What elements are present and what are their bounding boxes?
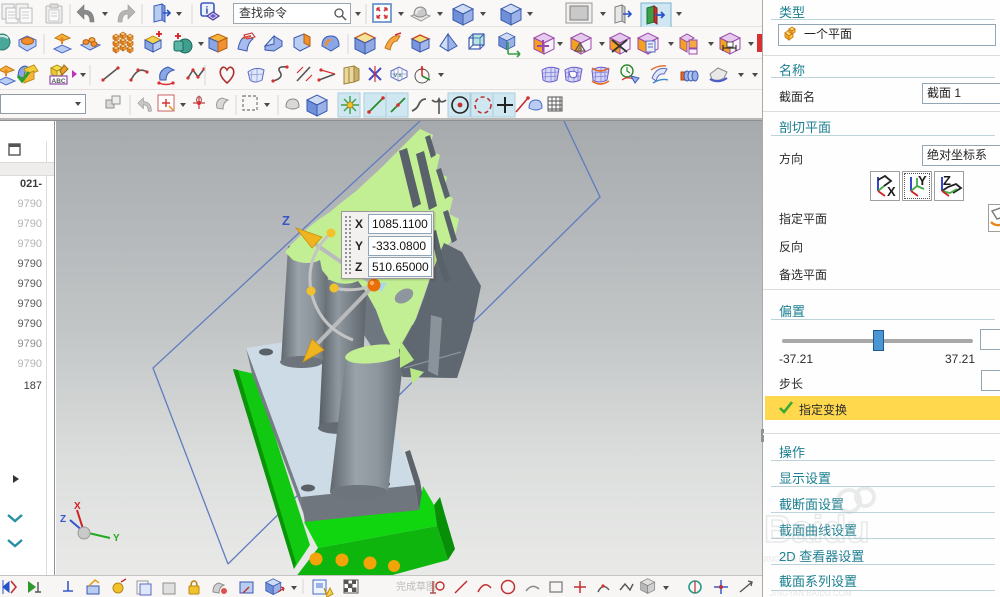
svg-text:v x: v x — [394, 73, 402, 79]
svg-text:Y: Y — [113, 533, 120, 544]
svg-text:Z: Z — [60, 514, 66, 525]
svg-text:X: X — [74, 501, 81, 512]
svg-text:完成草图: 完成草图 — [396, 580, 436, 593]
svg-text:A: A — [578, 46, 582, 52]
svg-text:Z: Z — [943, 173, 951, 188]
svg-text:ABC: ABC — [52, 78, 66, 85]
svg-text:Z: Z — [282, 213, 290, 228]
svg-text:X: X — [887, 184, 896, 199]
